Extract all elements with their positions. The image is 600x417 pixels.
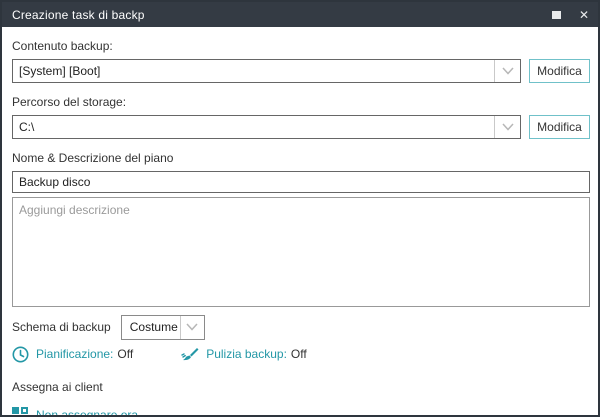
- storage-path-edit-button[interactable]: Modifica: [529, 115, 590, 139]
- maximize-icon: [551, 10, 561, 19]
- assign-link[interactable]: Non assegnare ora: [12, 407, 139, 417]
- assign-link-label: Non assegnare ora: [36, 408, 139, 417]
- schedule-cleanup-row: Pianificazione: Off Pulizia backup: Off: [12, 342, 590, 366]
- clock-icon: [12, 346, 29, 363]
- backup-scheme-row: Schema di backup Costume: [12, 314, 590, 340]
- assign-clients-label: Assegna ai client: [12, 380, 103, 394]
- window-title: Creazione task di backp: [12, 7, 145, 22]
- storage-path-dropdown-toggle[interactable]: [494, 116, 520, 138]
- window-controls: ✕: [542, 2, 598, 27]
- backup-content-row: [System] [Boot] Modifica: [12, 59, 590, 83]
- plan-description-textarea[interactable]: [12, 197, 590, 307]
- close-button[interactable]: ✕: [570, 2, 598, 27]
- plan-name-label: Nome & Descrizione del piano: [12, 151, 174, 165]
- chevron-down-icon: [501, 123, 514, 131]
- chevron-down-icon: [186, 323, 198, 331]
- schedule-status: Off: [117, 347, 134, 361]
- assign-clients-row: Non assegnare ora: [12, 404, 590, 417]
- backup-content-dropdown-toggle[interactable]: [494, 60, 520, 82]
- schedule-link[interactable]: Pianificazione: Off: [12, 346, 133, 363]
- backup-scheme-label: Schema di backup: [12, 320, 111, 334]
- storage-path-row: C:\ Modifica: [12, 115, 590, 139]
- storage-path-label: Percorso del storage:: [12, 95, 127, 109]
- backup-scheme-dropdown-toggle[interactable]: [179, 315, 204, 339]
- chevron-down-icon: [501, 67, 514, 75]
- backup-content-value: [System] [Boot]: [19, 64, 101, 78]
- backup-content-combobox[interactable]: [System] [Boot]: [12, 59, 521, 83]
- titlebar: Creazione task di backp ✕: [2, 2, 598, 27]
- backup-task-dialog: Creazione task di backp ✕ Contenuto back…: [0, 0, 600, 417]
- storage-path-value: C:\: [19, 120, 35, 134]
- maximize-button[interactable]: [542, 2, 570, 27]
- cleanup-status: Off: [290, 347, 307, 361]
- close-icon: ✕: [578, 7, 590, 22]
- backup-content-label: Contenuto backup:: [12, 39, 113, 53]
- schedule-label: Pianificazione:: [36, 347, 114, 361]
- backup-content-edit-button[interactable]: Modifica: [529, 59, 590, 83]
- plan-name-input[interactable]: [12, 171, 590, 193]
- brush-icon: [181, 346, 199, 362]
- storage-path-combobox[interactable]: C:\: [12, 115, 521, 139]
- cleanup-link[interactable]: Pulizia backup: Off: [181, 346, 307, 362]
- dialog-content: Contenuto backup: [System] [Boot] Modifi…: [2, 27, 598, 417]
- backup-scheme-select[interactable]: Costume: [120, 314, 205, 340]
- cleanup-label: Pulizia backup:: [206, 347, 287, 361]
- clients-grid-icon: [12, 407, 28, 415]
- backup-scheme-value: Costume: [129, 320, 178, 334]
